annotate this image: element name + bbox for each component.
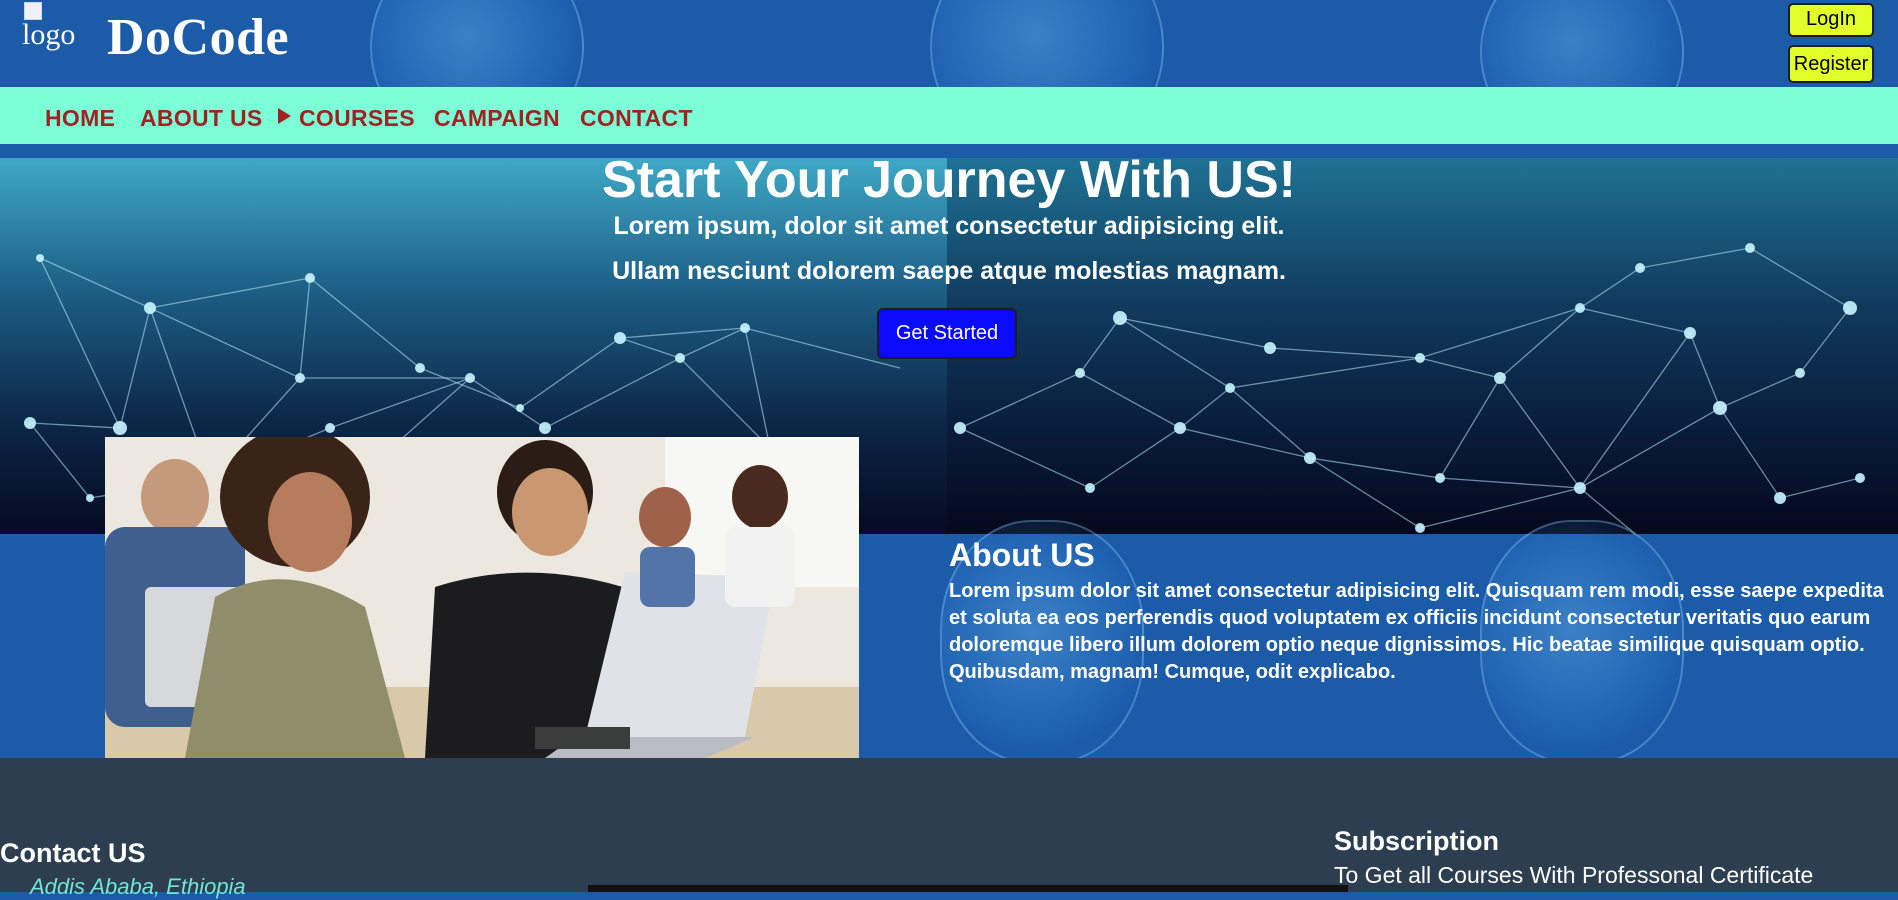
subscription-title: Subscription	[1334, 826, 1500, 856]
nav-item-contact[interactable]: CONTACT	[580, 105, 693, 132]
nav-item-courses-label: COURSES	[299, 105, 415, 131]
logo-alt-text: logo	[22, 18, 76, 51]
footer: Contact US Addis Ababa, Ethiopia Subscri…	[0, 758, 1898, 899]
get-started-button[interactable]: Get Started	[877, 308, 1017, 359]
globe-decoration	[1480, 0, 1684, 87]
students-illustration	[105, 437, 859, 758]
logo-image[interactable]: logo	[22, 2, 86, 58]
brand-name[interactable]: DoCode	[107, 8, 289, 67]
address-link[interactable]: Addis Ababa, Ethiopia	[30, 874, 246, 900]
hero-subtitle-2: Ullam nesciunt dolorem saepe atque moles…	[612, 257, 1286, 285]
footer-image-strip	[588, 885, 1348, 892]
hero-title: Start Your Journey With US!	[602, 151, 1296, 209]
globe-decoration	[930, 0, 1164, 87]
about-title: About US	[949, 537, 1095, 573]
login-button[interactable]: LogIn	[1788, 3, 1874, 37]
register-button[interactable]: Register	[1788, 45, 1874, 83]
header-bar: logo DoCode LogIn Register	[0, 0, 1898, 87]
hero-subtitle-1: Lorem ipsum, dolor sit amet consectetur …	[613, 212, 1285, 240]
contact-title: Contact US	[0, 838, 146, 868]
globe-decoration	[370, 0, 584, 87]
nav-item-home[interactable]: HOME	[45, 105, 115, 132]
about-photo	[105, 437, 859, 758]
nav-item-campaign[interactable]: CAMPAIGN	[434, 105, 560, 132]
nav-item-courses[interactable]: COURSES	[278, 105, 415, 132]
subscription-text: To Get all Courses With Professonal Cert…	[1334, 862, 1814, 888]
main-nav: HOME ABOUT US COURSES CAMPAIGN CONTACT	[0, 87, 1898, 144]
about-body: Lorem ipsum dolor sit amet consectetur a…	[949, 580, 1884, 683]
nav-item-about-us[interactable]: ABOUT US	[140, 105, 263, 132]
triangle-right-icon	[278, 108, 291, 124]
